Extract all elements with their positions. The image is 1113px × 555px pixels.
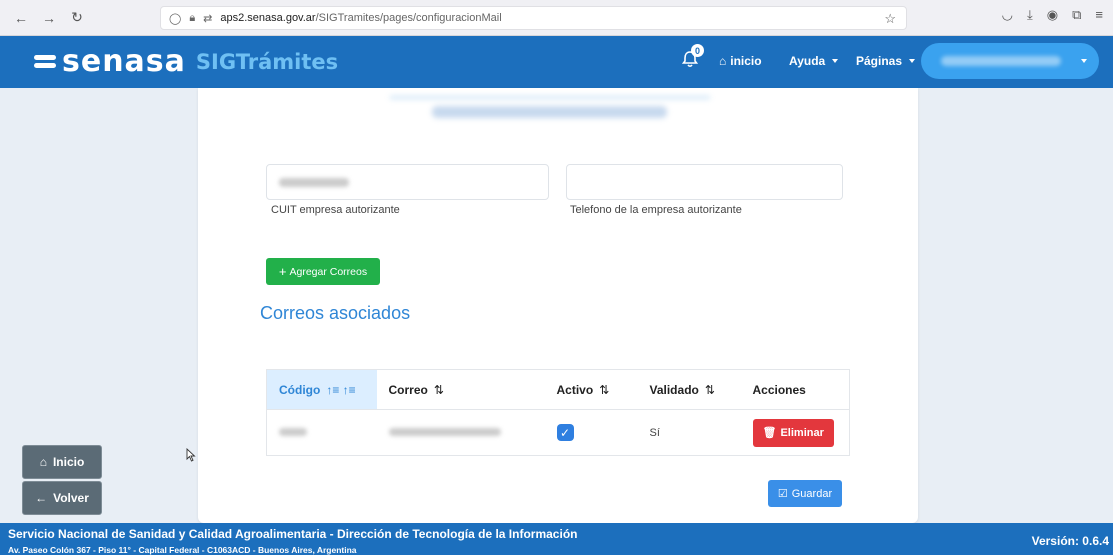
mouse-cursor-icon: [186, 448, 196, 462]
app-header: senasa SIGTrámites 0 ⌂ inicio Ayuda Pági…: [0, 36, 1113, 88]
col-correo-label: Correo: [388, 382, 428, 397]
activo-checkbox[interactable]: ✓: [556, 424, 574, 441]
forward-arrow-icon[interactable]: →: [38, 7, 60, 29]
reload-icon[interactable]: ↻: [66, 7, 88, 29]
footer-org: Servicio Nacional de Sanidad y Calidad A…: [8, 527, 578, 541]
brand-name: senasa: [62, 44, 186, 79]
col-codigo[interactable]: Código ↑≡ ↑≡: [266, 369, 377, 410]
plus-icon: +: [278, 264, 287, 279]
nav-ayuda-dropdown[interactable]: Ayuda: [789, 54, 839, 68]
lock-icon: 🔒︎: [189, 11, 196, 24]
footer-address: Av. Paseo Colón 367 - Piso 11° - Capital…: [8, 545, 357, 555]
account-icon[interactable]: ◉: [1047, 7, 1058, 23]
table-row: ✓ Sí 🗑︎ Eliminar: [266, 409, 850, 456]
menu-icon[interactable]: ≡: [1095, 7, 1103, 23]
delete-button[interactable]: 🗑︎ Eliminar: [752, 418, 834, 447]
home-icon: ⌂: [719, 54, 727, 68]
user-menu[interactable]: [921, 43, 1099, 79]
side-back-button[interactable]: ← Volver: [22, 481, 102, 515]
browser-toolbar: ← → ↻ ◯ 🔒︎ ⇄ aps2.senasa.gov.ar/SIGTrami…: [0, 0, 1113, 36]
col-activo-label: Activo: [556, 382, 594, 397]
side-home-label: Inicio: [52, 455, 85, 469]
delete-label: Eliminar: [780, 426, 824, 439]
notification-count-badge: 0: [691, 44, 704, 57]
col-validado-label: Validado: [649, 382, 699, 397]
telefono-field[interactable]: [566, 164, 843, 200]
cell-acciones: 🗑︎ Eliminar: [740, 409, 850, 456]
extensions-icon[interactable]: ⧉: [1072, 7, 1081, 23]
cell-validado: Sí: [637, 409, 741, 456]
main-card: CUIT empresa autorizante Telefono de la …: [198, 88, 918, 523]
address-bar[interactable]: ◯ 🔒︎ ⇄ aps2.senasa.gov.ar/SIGTramites/pa…: [160, 6, 907, 30]
cuit-label: CUIT empresa autorizante: [271, 204, 400, 216]
codigo-redacted: [279, 427, 307, 436]
cuit-field[interactable]: [266, 164, 549, 200]
home-icon: ⌂: [39, 455, 47, 469]
add-emails-label: Agregar Correos: [289, 265, 368, 278]
nav-inicio[interactable]: ⌂ inicio: [719, 54, 762, 68]
senasa-logo-mark: [34, 55, 56, 69]
col-validado[interactable]: Validado ⇅: [637, 369, 741, 410]
section-title: Correos asociados: [260, 303, 411, 323]
user-name-redacted: [941, 56, 1061, 66]
back-arrow-icon[interactable]: ←: [10, 7, 32, 29]
shield-icon: ◯: [169, 12, 182, 25]
col-acciones: Acciones: [740, 369, 850, 410]
correo-redacted: [388, 427, 501, 436]
arrow-left-icon: ←: [35, 491, 48, 505]
app-name: SIGTrámites: [195, 50, 339, 74]
footer: Servicio Nacional de Sanidad y Calidad A…: [0, 523, 1113, 555]
save-label: Guardar: [791, 487, 833, 500]
cell-codigo: [266, 409, 377, 456]
nav-paginas-label: Páginas: [856, 54, 903, 68]
sort-asc-icon: ↑≡ ↑≡: [326, 382, 356, 397]
permissions-icon: ⇄: [203, 12, 213, 25]
trash-icon: 🗑︎: [762, 427, 777, 439]
sort-icon: ⇅: [599, 382, 610, 397]
company-name-redacted: [390, 96, 710, 124]
add-emails-button[interactable]: + Agregar Correos: [266, 258, 380, 285]
caret-down-icon: [1081, 59, 1087, 63]
col-acciones-label: Acciones: [752, 382, 806, 397]
cell-correo: [376, 409, 545, 456]
save-button[interactable]: ☑ Guardar: [768, 480, 842, 507]
url-text: aps2.senasa.gov.ar/SIGTramites/pages/con…: [220, 12, 502, 24]
side-home-button[interactable]: ⌂ Inicio: [22, 445, 102, 479]
caret-down-icon: [832, 59, 839, 63]
col-activo[interactable]: Activo ⇅: [544, 369, 638, 410]
save-check-icon: ☑: [777, 488, 788, 500]
brand-logo[interactable]: senasa SIGTrámites: [34, 47, 338, 77]
download-icon[interactable]: ⤓: [1027, 7, 1033, 23]
emails-table: Código ↑≡ ↑≡ Correo ⇅ Activo ⇅ Validado ⇅ Ac…: [266, 369, 850, 456]
nav-inicio-label: inicio: [730, 54, 762, 68]
telefono-label: Telefono de la empresa autorizante: [570, 204, 742, 216]
bookmark-star-icon[interactable]: ☆: [884, 11, 896, 27]
footer-version: Versión: 0.6.4: [1031, 534, 1109, 548]
table-header-row: Código ↑≡ ↑≡ Correo ⇅ Activo ⇅ Validado ⇅ Ac…: [266, 369, 850, 410]
pocket-icon[interactable]: ◡: [1002, 7, 1013, 23]
col-codigo-label: Código: [279, 382, 321, 397]
notifications-button[interactable]: 0: [680, 44, 704, 69]
side-back-label: Volver: [53, 491, 89, 505]
caret-down-icon: [909, 59, 916, 63]
cell-activo: ✓: [544, 409, 638, 456]
sort-icon: ⇅: [704, 382, 715, 397]
sort-icon: ⇅: [433, 382, 444, 397]
nav-paginas-dropdown[interactable]: Páginas: [856, 54, 916, 68]
cuit-value-redacted: [279, 178, 349, 187]
nav-ayuda-label: Ayuda: [789, 54, 826, 68]
col-correo[interactable]: Correo ⇅: [376, 369, 545, 410]
